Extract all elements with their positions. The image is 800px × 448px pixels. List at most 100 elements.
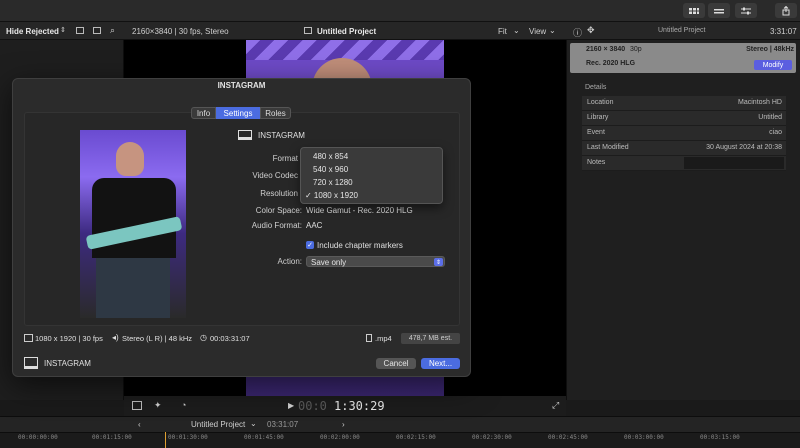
- info-icon[interactable]: ⓘ: [573, 26, 582, 39]
- fullscreen-icon[interactable]: ⤢: [552, 400, 559, 411]
- chapter-markers-label[interactable]: Include chapter markers: [317, 241, 403, 250]
- ruler-tick: 00:02:15:00: [396, 434, 436, 441]
- size-estimate: 478,7 MB est.: [401, 333, 460, 344]
- browser-toolbar: Hide Rejected ⇕ ⌕: [0, 22, 124, 40]
- inspector-panel: [566, 40, 800, 400]
- ruler-tick: 00:02:45:00: [548, 434, 588, 441]
- back-arrow-icon[interactable]: ‹: [138, 420, 141, 429]
- thumb-head: [116, 142, 144, 176]
- sliders-icon: [741, 7, 751, 14]
- detail-row-location: Location Macintosh HD: [582, 96, 786, 111]
- ruler-tick: 00:01:45:00: [244, 434, 284, 441]
- grid-icon: [689, 7, 699, 14]
- list-view-icon[interactable]: [93, 27, 101, 34]
- info-resolution: 1080 x 1920 | 30 fps: [35, 334, 103, 343]
- format-label: Format: [272, 154, 298, 163]
- notes-field[interactable]: [684, 157, 784, 169]
- modify-button[interactable]: Modify: [754, 60, 792, 70]
- ruler-tick: 00:00:00:00: [18, 434, 58, 441]
- forward-arrow-icon[interactable]: ›: [342, 420, 345, 429]
- transform-icon[interactable]: [132, 401, 142, 410]
- resolution-dropdown[interactable]: 480 x 854 540 x 960 720 x 1280 ✓ 1080 x …: [300, 147, 443, 204]
- playhead[interactable]: [165, 432, 166, 448]
- detail-row-notes: Notes: [582, 156, 786, 171]
- info-extension: .mp4: [375, 334, 392, 343]
- action-select[interactable]: Save only ⇕: [306, 256, 445, 267]
- preview-thumbnail: [80, 130, 186, 318]
- chevron-down-icon: ⌄: [513, 26, 520, 35]
- frame-stripes: [246, 40, 444, 60]
- detail-row-last-modified: Last Modified 30 August 2024 at 20:38: [582, 141, 786, 156]
- resolution-label: Resolution: [260, 189, 298, 198]
- ruler-tick: 00:01:15:00: [92, 434, 132, 441]
- browser-toggle-button[interactable]: [683, 3, 705, 18]
- ruler-tick: 00:01:30:00: [168, 434, 208, 441]
- filmstrip-icon[interactable]: [76, 27, 84, 34]
- inspector-title: Untitled Project: [658, 27, 706, 34]
- inspector-toggle-button[interactable]: [735, 3, 757, 18]
- footer-destination-name: INSTAGRAM: [44, 359, 91, 368]
- viewer-project-name: Untitled Project: [317, 27, 377, 36]
- action-value: Save only: [311, 258, 347, 267]
- header-color-space: Rec. 2020 HLG: [586, 60, 636, 67]
- color-space-value: Wide Gamut - Rec. 2020 HLG: [306, 206, 413, 215]
- destination-device-icon: [238, 130, 252, 140]
- chevron-updown-icon: ⇕: [434, 258, 443, 266]
- info-audio: Stereo (L R) | 48 kHz: [122, 334, 193, 343]
- search-icon[interactable]: ⌕: [110, 25, 115, 36]
- chevron-down-icon: ⌄: [250, 419, 257, 428]
- clock-icon: ◷: [200, 333, 207, 342]
- timeline-duration: 03:31:07: [267, 420, 299, 429]
- share-button[interactable]: [775, 3, 797, 18]
- header-resolution: 2160 × 3840: [586, 46, 626, 53]
- tab-roles[interactable]: Roles: [260, 107, 291, 119]
- tab-info[interactable]: Info: [191, 107, 216, 119]
- viewer-toolbar: 2160×3840 | 30 fps, Stereo Untitled Proj…: [124, 22, 566, 40]
- resolution-option[interactable]: 540 x 960: [313, 165, 348, 174]
- ruler-tick: 00:02:30:00: [472, 434, 512, 441]
- resolution-option[interactable]: 480 x 854: [313, 152, 348, 161]
- timeline-header: ‹ Untitled Project ⌄ 03:31:07 ›: [0, 416, 800, 432]
- view-menu[interactable]: View: [529, 27, 546, 36]
- resolution-option[interactable]: 720 x 1280: [313, 178, 353, 187]
- ruler-tick: 00:02:00:00: [320, 434, 360, 441]
- timeline-toggle-button[interactable]: [708, 3, 730, 18]
- tab-settings[interactable]: Settings: [216, 107, 260, 119]
- share-icon: [782, 5, 790, 15]
- chevron-down-icon: ⌄: [549, 26, 556, 35]
- thumb-legs: [96, 258, 170, 318]
- viewer-format-info: 2160×3840 | 30 fps, Stereo: [132, 27, 229, 36]
- top-toolbar: [0, 0, 800, 22]
- audio-format-value: AAC: [306, 221, 323, 230]
- speaker-icon: ◂): [112, 333, 119, 342]
- timeline-project-name[interactable]: Untitled Project: [191, 420, 245, 429]
- resolution-option-selected[interactable]: ✓ 1080 x 1920: [305, 191, 358, 200]
- speed-icon[interactable]: ◔: [181, 400, 186, 410]
- inspector-toolbar: ⓘ ✥ Untitled Project 3:31:07: [566, 22, 800, 40]
- frame-size-icon: [24, 334, 33, 342]
- next-button[interactable]: Next...: [421, 358, 460, 369]
- chapter-markers-checkbox[interactable]: ✓: [306, 241, 314, 249]
- detail-row-event: Event ciao: [582, 126, 786, 141]
- timecode-prefix: 00:0: [298, 399, 327, 413]
- audio-format-label: Audio Format:: [251, 221, 302, 230]
- play-icon[interactable]: ▶: [288, 401, 294, 410]
- action-label: Action:: [277, 257, 302, 266]
- video-codec-label: Video Codec: [252, 171, 298, 180]
- zoom-fit-select[interactable]: Fit: [498, 27, 507, 36]
- share-attrs-icon[interactable]: ✥: [587, 25, 595, 36]
- header-audio: Stereo | 48kHz: [746, 46, 794, 53]
- clip-filter-select[interactable]: Hide Rejected: [6, 27, 59, 36]
- ruler-tick: 00:03:00:00: [624, 434, 664, 441]
- inspector-duration: 3:31:07: [770, 27, 797, 36]
- magic-wand-icon[interactable]: ✦: [154, 400, 162, 411]
- info-duration: 00:03:31:07: [210, 334, 250, 343]
- header-fps: 30p: [630, 46, 642, 53]
- checkmark-icon: ✓: [307, 242, 313, 249]
- file-icon: [366, 334, 372, 342]
- detail-row-library: Library Untitled: [582, 111, 786, 126]
- ruler-tick: 00:03:15:00: [700, 434, 740, 441]
- cancel-button[interactable]: Cancel: [376, 358, 416, 369]
- timecode-display[interactable]: 1:30:29: [334, 399, 385, 413]
- viewer-controls: ✦ ◔ ▶ 00:0 1:30:29 ⤢: [124, 396, 566, 416]
